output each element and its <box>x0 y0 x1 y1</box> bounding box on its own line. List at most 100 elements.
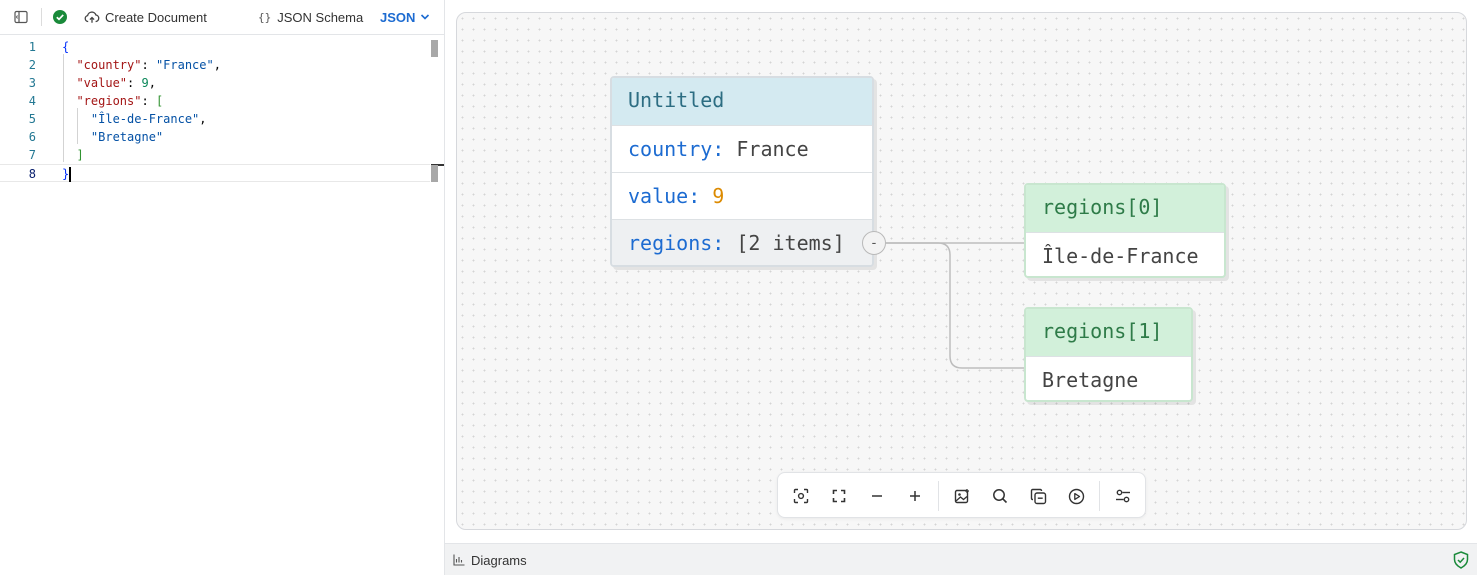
code-token: [ <box>155 94 164 108</box>
line-number: 8 <box>28 167 36 181</box>
child-node-regions-1[interactable]: regions[1] Bretagne <box>1024 307 1193 402</box>
editor-line: 8} <box>0 164 430 182</box>
search-button[interactable] <box>989 485 1011 507</box>
json-schema-label: JSON Schema <box>277 9 364 25</box>
node-field-value: value: 9 <box>612 172 872 219</box>
line-number: 5 <box>28 112 36 126</box>
line-number: 2 <box>28 58 36 72</box>
format-label: JSON <box>380 9 416 25</box>
code-token: "Île-de-France" <box>90 112 200 126</box>
toolbar-divider <box>938 481 939 511</box>
chevron-down-icon <box>421 14 430 20</box>
sidebar-toggle-button[interactable] <box>11 0 31 34</box>
code-token: } <box>62 167 70 181</box>
indent-guide <box>63 54 64 162</box>
line-code: ] <box>62 146 84 164</box>
validation-status[interactable] <box>53 0 69 34</box>
editor-panel: Create Document {} JSON Schema JSON 1{2 … <box>0 0 445 575</box>
sidebar-icon <box>14 10 28 24</box>
line-code: } <box>62 165 72 183</box>
code-editor[interactable]: 1{2 "country": "France", 3 "value": 9, 4 "… <box>0 36 444 575</box>
line-number: 3 <box>28 76 36 90</box>
create-document-label: Create Document <box>105 9 207 25</box>
line-number: 6 <box>28 130 36 144</box>
field-value: France <box>736 137 809 161</box>
create-document-button[interactable]: Create Document <box>84 0 207 34</box>
line-number: 1 <box>28 40 36 54</box>
settings-sliders-icon <box>1116 489 1130 503</box>
json-schema-button[interactable]: {} JSON Schema <box>258 0 363 34</box>
editor-line: 3 "value": 9, <box>0 74 430 92</box>
line-number: 4 <box>28 94 36 108</box>
zoom-out-button[interactable] <box>866 485 888 507</box>
line-code: "value": 9, <box>62 74 156 92</box>
copy-button[interactable] <box>1027 485 1049 507</box>
line-code: "country": "France", <box>62 56 221 74</box>
code-token: "Bretagne" <box>90 130 164 144</box>
code-token: "value" <box>76 76 128 90</box>
editor-toolbar: Create Document {} JSON Schema JSON <box>0 0 444 35</box>
shield-check-icon[interactable] <box>1453 551 1469 569</box>
code-token: : <box>141 94 156 108</box>
toolbar-divider <box>1099 481 1100 511</box>
editor-line: 5 "Île-de-France", <box>0 110 430 128</box>
field-key: value: <box>628 184 701 208</box>
zoom-out-icon <box>872 495 882 497</box>
child-node-title: regions[1] <box>1026 309 1191 356</box>
root-node[interactable]: Untitled country: France value: 9 region… <box>610 76 874 267</box>
image-export-icon <box>954 488 969 503</box>
braces-icon: {} <box>258 10 272 24</box>
text-cursor <box>69 167 72 182</box>
editor-line: 2 "country": "France", <box>0 56 430 74</box>
code-token: 9 <box>141 76 149 90</box>
field-value: 9 <box>712 184 725 208</box>
child-node-value: Bretagne <box>1026 356 1191 400</box>
canvas-toolbar <box>777 472 1146 518</box>
play-icon <box>1068 488 1084 504</box>
zoom-in-button[interactable] <box>904 485 926 507</box>
field-value: [2 items] <box>736 231 845 255</box>
code-token: : <box>141 58 156 72</box>
code-token: "France" <box>155 58 214 72</box>
code-token: , <box>199 112 207 126</box>
cloud-upload-icon <box>84 11 100 23</box>
zoom-in-icon <box>910 491 920 501</box>
toolbar-divider <box>41 8 42 26</box>
play-button[interactable] <box>1065 485 1087 507</box>
settings-button[interactable] <box>1112 485 1134 507</box>
root-node-title: Untitled <box>612 78 872 125</box>
editor-scrollbar-thumb[interactable] <box>431 40 438 57</box>
code-token: ] <box>76 148 84 162</box>
code-token: "country" <box>76 58 142 72</box>
graph-canvas[interactable] <box>456 12 1467 530</box>
code-token: "regions" <box>76 94 142 108</box>
focus-button[interactable] <box>790 485 812 507</box>
format-dropdown[interactable]: JSON <box>380 0 430 34</box>
editor-line: 4 "regions": [ <box>0 92 430 110</box>
editor-scrollbar-marker <box>431 165 438 182</box>
diagrams-tab[interactable]: Diagrams <box>453 544 527 576</box>
child-node-regions-0[interactable]: regions[0] Île-de-France <box>1024 183 1226 278</box>
editor-line: 6 "Bretagne" <box>0 128 430 146</box>
status-bar: Diagrams <box>445 543 1477 575</box>
collapse-button[interactable]: - <box>862 231 886 255</box>
focus-icon <box>793 488 809 504</box>
editor-line: 7 ] <box>0 146 430 164</box>
child-node-value: Île-de-France <box>1026 232 1224 276</box>
child-node-title: regions[0] <box>1026 185 1224 232</box>
search-icon <box>993 489 1008 504</box>
indent-guide <box>77 108 78 144</box>
chart-icon <box>453 554 465 566</box>
fullscreen-button[interactable] <box>828 485 850 507</box>
export-image-button[interactable] <box>951 485 973 507</box>
field-key: country: <box>628 137 725 161</box>
editor-line: 1{ <box>0 38 430 56</box>
copy-icon <box>1030 488 1046 504</box>
diagrams-label: Diagrams <box>471 552 527 568</box>
node-field-country: country: France <box>612 125 872 172</box>
line-number: 7 <box>28 148 36 162</box>
